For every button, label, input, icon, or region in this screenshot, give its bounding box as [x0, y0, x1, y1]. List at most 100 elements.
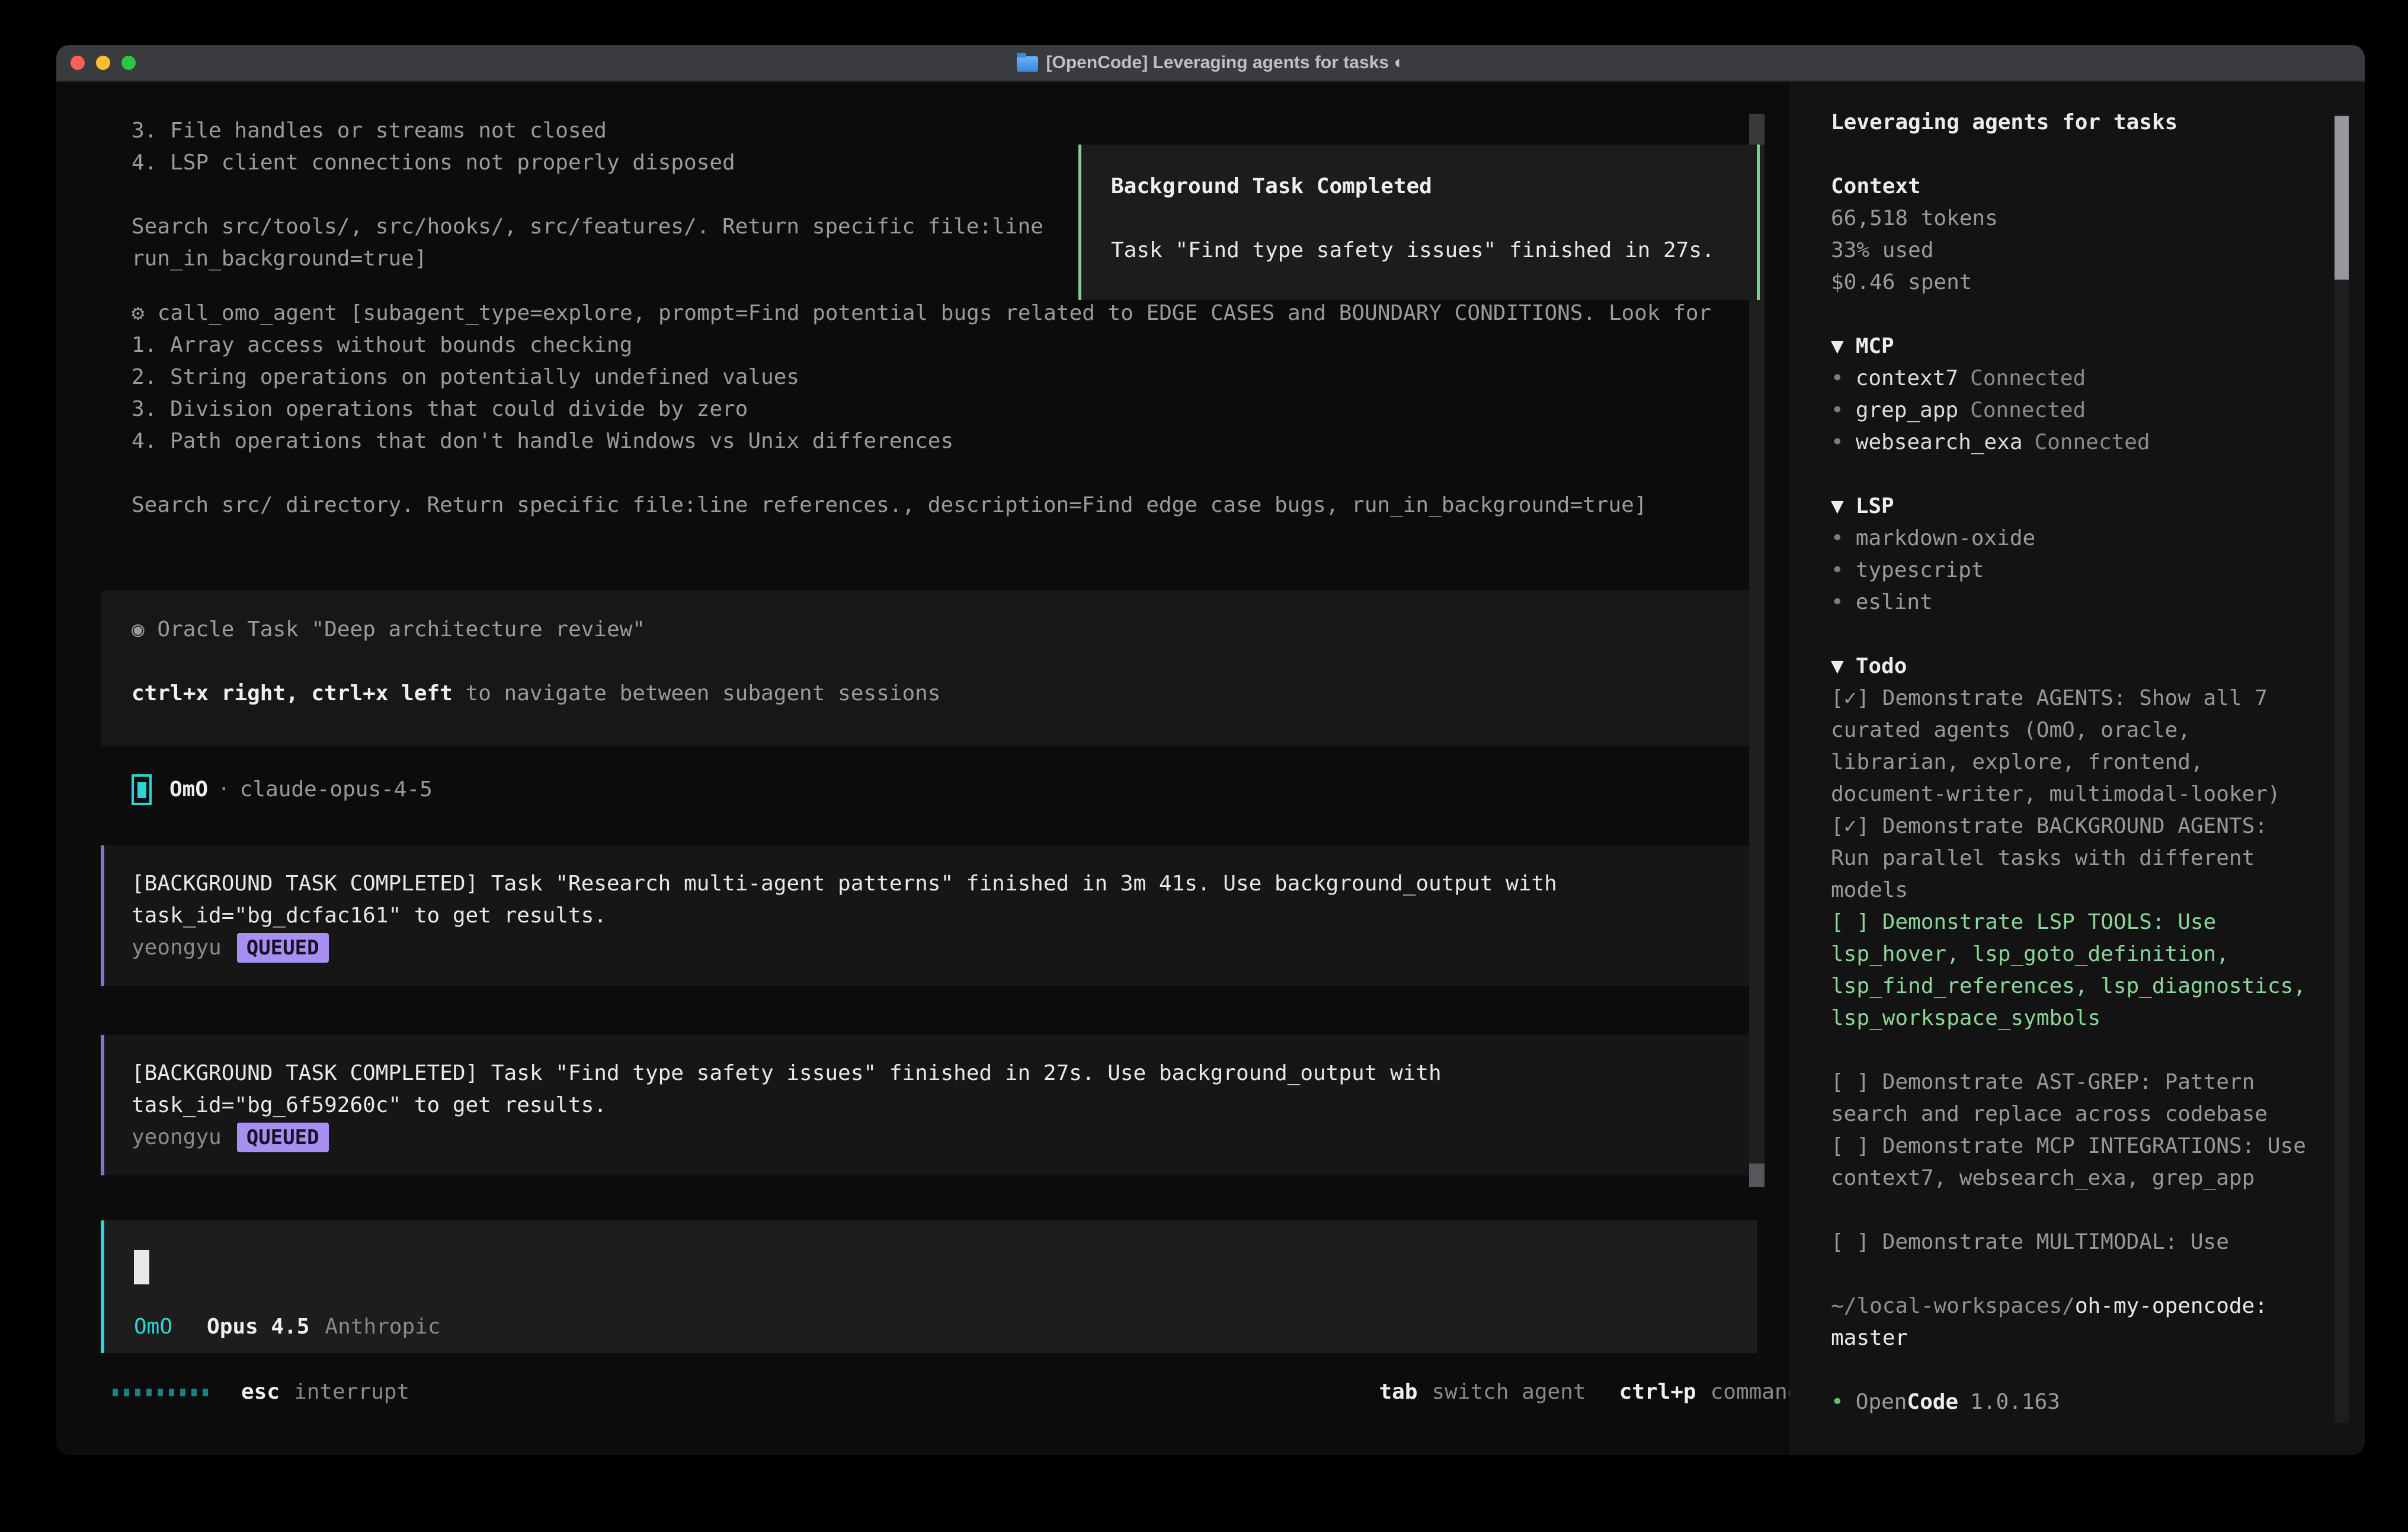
status-bar-right: tab switch agent ctrl+p commands — [1379, 1376, 1813, 1408]
context-tokens: 66,518 tokens — [1831, 203, 2312, 235]
mcp-item: •context7Connected — [1831, 363, 2312, 395]
chevron-down-icon: ▼ — [1831, 494, 1844, 518]
context-heading: Context — [1831, 171, 2312, 203]
tool-call-line: 4. Path operations that don't handle Win… — [132, 425, 1711, 457]
chevron-down-icon: ▼ — [1831, 654, 1844, 678]
tab-action-label: switch agent — [1432, 1376, 1586, 1408]
task-user: yeongyu — [132, 1121, 222, 1153]
todo-item: [✓] Demonstrate AGENTS: Show all 7 curat… — [1831, 682, 2312, 810]
task-meta: yeongyu QUEUED — [132, 932, 1757, 964]
model-status-line: OmO Opus 4.5 Anthropic — [134, 1311, 441, 1343]
bullet-icon: • — [1831, 590, 1844, 614]
tool-call-block: ⚙ call_omo_agent [subagent_type=explore, … — [132, 297, 1711, 521]
bullet-icon: • — [1831, 558, 1844, 582]
prompt-input[interactable]: OmO Opus 4.5 Anthropic — [101, 1220, 1757, 1353]
main-scrollbar-thumb[interactable] — [1749, 1164, 1765, 1187]
activity-dot — [124, 1389, 129, 1396]
hint-text: to navigate between subagent sessions — [453, 681, 941, 706]
window-title: [OpenCode] Leveraging agents for tasks ◐ — [1017, 53, 1405, 73]
main-scrollbar-segment[interactable] — [1749, 114, 1765, 145]
lsp-item: •typescript — [1831, 555, 2312, 586]
lsp-item: •eslint — [1831, 586, 2312, 618]
status-bar-left: esc interrupt — [113, 1376, 409, 1408]
mcp-section-header[interactable]: ▼MCP — [1831, 331, 2312, 363]
sidebar-content: Leveraging agents for tasks Context 66,5… — [1831, 107, 2312, 1418]
git-branch: master — [1831, 1322, 2312, 1354]
activity-dot — [169, 1389, 174, 1396]
gear-icon: ⚙ — [132, 301, 145, 325]
lsp-section-header[interactable]: ▼LSP — [1831, 491, 2312, 523]
fisheye-icon: ◉ — [132, 617, 145, 642]
activity-dot — [113, 1389, 118, 1396]
sidebar-scrollbar-thumb[interactable] — [2335, 116, 2349, 280]
session-title: Leveraging agents for tasks — [1831, 107, 2312, 139]
version-line: •OpenCode1.0.163 — [1831, 1386, 2312, 1418]
activity-dot — [180, 1389, 185, 1396]
oracle-navigation-hint: ctrl+x right, ctrl+x left to navigate be… — [132, 678, 1757, 710]
todo-section-header[interactable]: ▼Todo — [1831, 650, 2312, 682]
window-title-text: [OpenCode] Leveraging agents for tasks ◐ — [1046, 53, 1405, 73]
tool-call-text: call_omo_agent [subagent_type=explore, p… — [158, 301, 1712, 325]
task-user: yeongyu — [132, 932, 222, 964]
separator-dot: · — [217, 774, 230, 806]
background-task-toast[interactable]: Background Task Completed Task "Find typ… — [1078, 145, 1760, 300]
activity-dot — [135, 1389, 140, 1396]
task-meta: yeongyu QUEUED — [132, 1121, 1757, 1153]
traffic-lights — [71, 56, 136, 70]
close-button[interactable] — [71, 56, 85, 70]
agent-header: OmO · claude-opus-4-5 — [132, 772, 433, 807]
context-spent: $0.46 spent — [1831, 267, 2312, 299]
window-titlebar[interactable]: [OpenCode] Leveraging agents for tasks ◐ — [56, 45, 2365, 82]
scrollback-text: 3. File handles or streams not closed 4.… — [132, 115, 1043, 275]
task-message-line: [BACKGROUND TASK COMPLETED] Task "Find t… — [132, 1057, 1757, 1089]
ctrlp-key-hint: ctrl+p — [1619, 1376, 1696, 1408]
todo-item: [ ] Demonstrate AST-GREP: Pattern search… — [1831, 1066, 2312, 1130]
tab-key-hint: tab — [1379, 1376, 1417, 1408]
activity-dots — [113, 1389, 208, 1396]
scrollback-blank-line — [132, 179, 1043, 211]
scrollback-line: 4. LSP client connections not properly d… — [132, 147, 1043, 179]
mcp-status: Connected — [1970, 366, 2086, 390]
todo-item: [ ] Demonstrate MCP INTEGRATIONS: Use co… — [1831, 1130, 2312, 1194]
task-message-line: task_id="bg_6f59260c" to get results. — [132, 1089, 1757, 1121]
activity-dot — [158, 1389, 163, 1396]
toast-title: Background Task Completed — [1111, 171, 1432, 203]
agent-name: OmO — [169, 774, 208, 806]
bullet-icon: • — [1831, 366, 1844, 390]
todo-item: [✓] Demonstrate BACKGROUND AGENTS: Run p… — [1831, 810, 2312, 906]
tool-call-line: 3. Division operations that could divide… — [132, 393, 1711, 425]
task-message-line: [BACKGROUND TASK COMPLETED] Task "Resear… — [132, 868, 1757, 900]
zoom-button[interactable] — [121, 56, 136, 70]
mcp-status: Connected — [1970, 398, 2086, 422]
oracle-task-title: ◉ Oracle Task "Deep architecture review" — [132, 614, 1757, 646]
esc-action-label: interrupt — [294, 1376, 409, 1408]
status-badge: QUEUED — [237, 1123, 329, 1152]
app-window: [OpenCode] Leveraging agents for tasks ◐… — [56, 45, 2365, 1455]
workspace-path: ~/local-workspaces/oh-my-opencode: — [1831, 1290, 2312, 1322]
tool-call-line: Search src/ directory. Return specific f… — [132, 489, 1711, 521]
task-message-line: task_id="bg_dcfac161" to get results. — [132, 900, 1757, 932]
lsp-item: •markdown-oxide — [1831, 523, 2312, 555]
text-cursor — [134, 1250, 149, 1284]
tool-call-blank-line — [132, 457, 1711, 489]
esc-key-hint: esc — [241, 1376, 280, 1408]
bullet-icon: • — [1831, 430, 1844, 454]
scrollback-line: run_in_background=true] — [132, 243, 1043, 275]
tool-call-line: 2. String operations on potentially unde… — [132, 361, 1711, 393]
tool-call-line: ⚙ call_omo_agent [subagent_type=explore, … — [132, 297, 1711, 329]
status-dot-icon: • — [1831, 1390, 1844, 1414]
activity-dot — [191, 1389, 197, 1396]
tool-call-line: 1. Array access without bounds checking — [132, 329, 1711, 361]
mcp-item: •websearch_exaConnected — [1831, 427, 2312, 459]
chevron-down-icon: ▼ — [1831, 334, 1844, 358]
terminal-content: 3. File handles or streams not closed 4.… — [56, 82, 2365, 1455]
agent-model: claude-opus-4-5 — [240, 774, 433, 806]
folder-icon — [1017, 56, 1038, 72]
background-task-message: [BACKGROUND TASK COMPLETED] Task "Find t… — [101, 1035, 1757, 1175]
agent-avatar-icon — [132, 774, 152, 805]
hint-keys: ctrl+x right, ctrl+x left — [132, 681, 453, 706]
bullet-icon: • — [1831, 526, 1844, 550]
activity-dot — [203, 1389, 208, 1396]
minimize-button[interactable] — [96, 56, 110, 70]
sidebar-scrollbar-track[interactable] — [2335, 114, 2349, 1423]
